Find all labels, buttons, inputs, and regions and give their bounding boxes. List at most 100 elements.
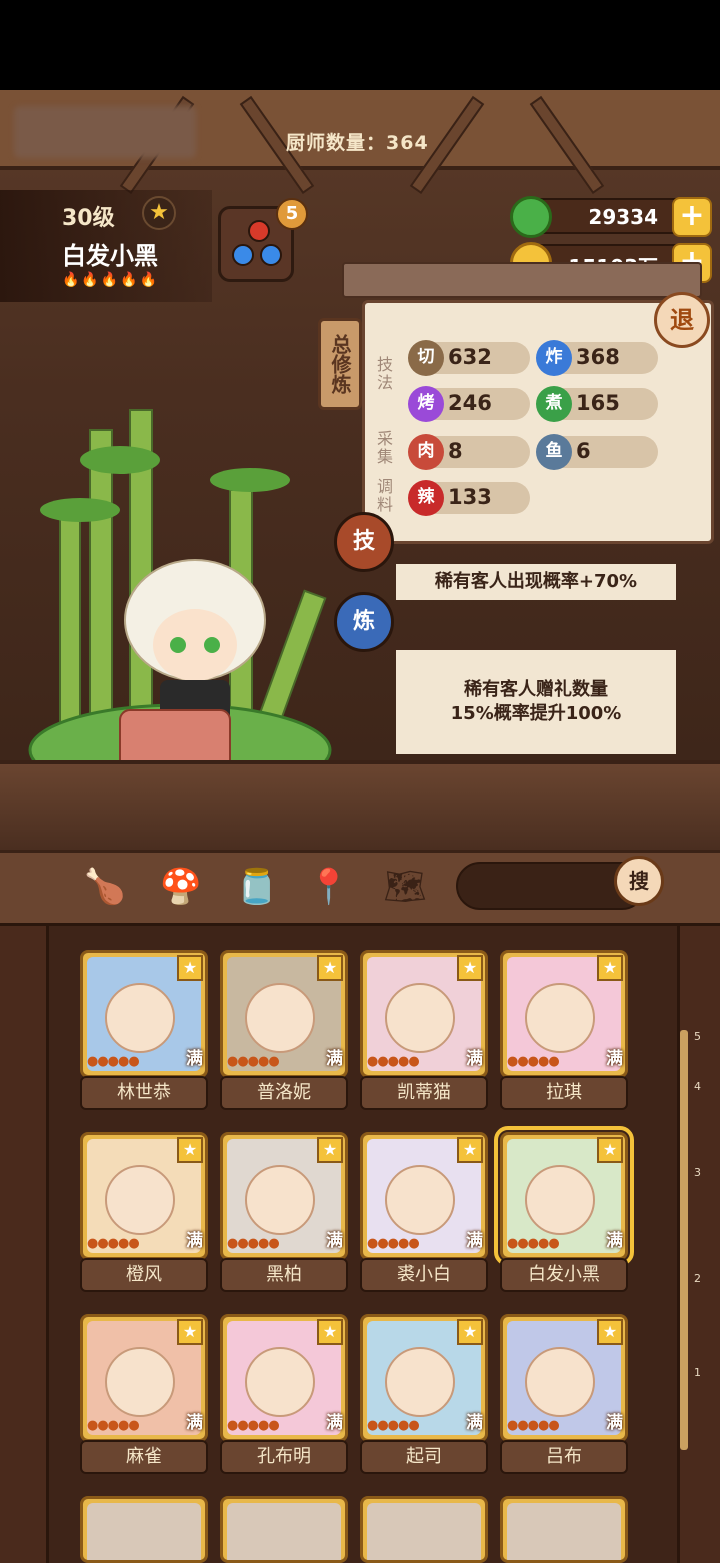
- total-cultivation-tab[interactable]: 总修炼: [318, 318, 362, 410]
- chef-card[interactable]: ★ ●●●●● 满: [500, 950, 628, 1078]
- max-level-badge: 满: [186, 1413, 203, 1433]
- scroll-tick: 1: [694, 1366, 701, 1379]
- refine-effect-line: 稀有客人赠礼数量: [464, 679, 608, 700]
- star-icon: ★: [317, 1319, 343, 1345]
- max-level-badge: 满: [466, 1049, 483, 1069]
- chef-name-label[interactable]: 橙风: [80, 1258, 208, 1292]
- chef-card[interactable]: ★ ●●●●● 满: [220, 1132, 348, 1260]
- stat-value: 368: [576, 345, 620, 369]
- status-bar-area: [0, 0, 720, 90]
- chef-name-label[interactable]: 普洛妮: [220, 1076, 348, 1110]
- scroll-track[interactable]: [680, 1030, 688, 1450]
- counter-table: [0, 760, 720, 850]
- chef-face: [105, 983, 175, 1053]
- max-level-badge: 满: [606, 1413, 623, 1433]
- stat-roast: 烤 246: [408, 386, 530, 422]
- star-icon: ★: [177, 955, 203, 981]
- chef-card[interactable]: ★ ●●●●● 满: [220, 950, 348, 1078]
- star-icon: ★: [177, 1319, 203, 1345]
- scroll-tick: 2: [694, 1272, 701, 1285]
- star-icon: ★: [317, 955, 343, 981]
- rarity-flames: ●●●●●: [87, 1054, 140, 1069]
- chef-name-label[interactable]: 麻雀: [80, 1440, 208, 1474]
- stat-boil: 煮 165: [536, 386, 658, 422]
- rarity-flames: ●●●●●: [87, 1418, 140, 1433]
- chef-face: [245, 1347, 315, 1417]
- chef-card[interactable]: [220, 1496, 348, 1563]
- chef-card[interactable]: ★ ●●●●● 满: [500, 1314, 628, 1442]
- stat-cut: 切 632: [408, 340, 530, 376]
- star-icon: ★: [597, 955, 623, 981]
- chef-count: 厨师数量：364: [286, 128, 429, 155]
- character-name: 白发小黑: [62, 242, 158, 270]
- chef-name-label[interactable]: 吕布: [500, 1440, 628, 1474]
- mushroom-icon[interactable]: 🍄: [158, 864, 204, 910]
- spicy-icon: 辣: [408, 480, 444, 516]
- rarity-flames: ●●●●●: [227, 1418, 280, 1433]
- chef-name-label[interactable]: 黑柏: [220, 1258, 348, 1292]
- refine-tab[interactable]: 炼: [334, 592, 394, 652]
- stat-value: 632: [448, 345, 492, 369]
- exit-button[interactable]: 退: [654, 292, 710, 348]
- chef-name-label[interactable]: 拉琪: [500, 1076, 628, 1110]
- chef-name-label[interactable]: 凯蒂猫: [360, 1076, 488, 1110]
- skill-effect-text: 稀有客人出现概率+70%: [396, 564, 676, 600]
- jar-icon[interactable]: 🫙: [234, 864, 280, 910]
- chef-portrait: [227, 1503, 341, 1560]
- chef-card[interactable]: [360, 1496, 488, 1563]
- jade-amount: 29334: [588, 205, 658, 229]
- stat-fry: 炸 368: [536, 340, 658, 376]
- boil-icon: 煮: [536, 386, 572, 422]
- refine-effect-line: 15%概率提升100%: [450, 703, 622, 724]
- chef-portrait: [367, 1503, 481, 1560]
- search-button[interactable]: 搜: [614, 856, 664, 906]
- chef-name-label[interactable]: 裘小白: [360, 1258, 488, 1292]
- chef-card[interactable]: ★ ●●●●● 满: [360, 1132, 488, 1260]
- jade-currency: 29334 +: [510, 196, 712, 238]
- chef-card[interactable]: ★ ●●●●● 满: [494, 1126, 634, 1266]
- chef-card[interactable]: ★ ●●●●● 满: [80, 1314, 208, 1442]
- max-level-badge: 满: [186, 1049, 203, 1069]
- chef-card[interactable]: ★ ●●●●● 满: [220, 1314, 348, 1442]
- chef-face: [525, 1347, 595, 1417]
- chef-name-label[interactable]: 孔布明: [220, 1440, 348, 1474]
- chef-count-label: 厨师数量：: [286, 132, 387, 154]
- skill-tab[interactable]: 技: [334, 512, 394, 572]
- stat-value: 133: [448, 485, 492, 509]
- scroll-tick: 5: [694, 1030, 701, 1043]
- chef-card[interactable]: [500, 1496, 628, 1563]
- max-level-badge: 满: [606, 1231, 623, 1251]
- rarity-flames: ●●●●●: [507, 1054, 560, 1069]
- max-level-badge: 满: [466, 1413, 483, 1433]
- chef-card[interactable]: ★ ●●●●● 满: [80, 1132, 208, 1260]
- fry-icon: 炸: [536, 340, 572, 376]
- star-icon: ★: [597, 1137, 623, 1163]
- add-jade-button[interactable]: +: [672, 197, 712, 237]
- chef-portrait: [87, 1503, 201, 1560]
- meat-icon: 肉: [408, 434, 444, 470]
- chef-card[interactable]: ★ ●●●●● 满: [360, 1314, 488, 1442]
- location-pin-icon[interactable]: 📍: [306, 864, 352, 910]
- chef-name-label[interactable]: 林世恭: [80, 1076, 208, 1110]
- chef-name-label[interactable]: 起司: [360, 1440, 488, 1474]
- chef-face: [105, 1165, 175, 1235]
- technique-section-label: 技法: [374, 356, 393, 392]
- chicken-leg-icon[interactable]: 🍗: [82, 864, 128, 910]
- gem-count-badge: 5: [276, 198, 308, 230]
- rarity-flames: ●●●●●: [367, 1418, 420, 1433]
- max-level-badge: 满: [326, 1231, 343, 1251]
- chef-face: [105, 1347, 175, 1417]
- star-icon: ★: [177, 1137, 203, 1163]
- chef-card[interactable]: ★ ●●●●● 满: [80, 950, 208, 1078]
- map-help-icon[interactable]: 🗺: [382, 864, 428, 910]
- chef-name-label[interactable]: 白发小黑: [500, 1258, 628, 1292]
- star-icon[interactable]: ★: [142, 196, 176, 230]
- chef-card[interactable]: [80, 1496, 208, 1563]
- chef-count-value: 364: [386, 132, 429, 154]
- rarity-flames: ●●●●●: [227, 1054, 280, 1069]
- character-level: 30级: [62, 206, 115, 231]
- chef-card[interactable]: ★ ●●●●● 满: [360, 950, 488, 1078]
- stat-value: 6: [576, 439, 591, 463]
- star-icon: ★: [457, 1319, 483, 1345]
- star-icon: ★: [597, 1319, 623, 1345]
